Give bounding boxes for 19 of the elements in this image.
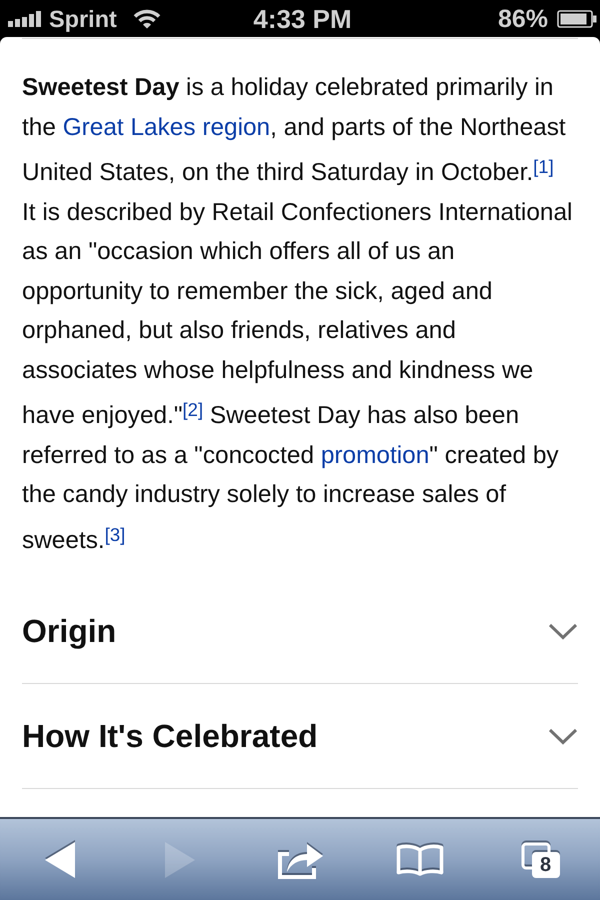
citation-link[interactable]: [2]: [182, 399, 204, 420]
wifi-icon: [132, 8, 161, 29]
right-arrow-icon: [165, 842, 195, 878]
clock-time: 4:33 PM: [253, 4, 352, 34]
article-link[interactable]: promotion: [320, 442, 430, 468]
battery-percent: 86%: [498, 4, 548, 34]
citation-link[interactable]: [3]: [104, 524, 126, 544]
open-book-icon: [396, 844, 444, 876]
left-arrow-icon: [45, 842, 75, 878]
square-outline-icon: [520, 842, 550, 870]
tabs-button[interactable]: 8: [516, 838, 564, 882]
article-link[interactable]: Great Lakes region: [62, 114, 270, 140]
carrier-name: Sprint: [49, 4, 117, 34]
signal-bars-icon: [8, 10, 41, 27]
section-toggle[interactable]: How It's Celebrated: [22, 684, 578, 789]
battery-icon: [557, 10, 597, 28]
article-paragraph: Sweetest Day is a holiday celebrated primarily in the Great Lakes region, and parts of the Northeast United States, on the third Saturday in October.$^{[1]}$ It is described by Retail Confectioners International as an "occasion which offers all of us an opportunity to remember the sick, aged and orphaned, but also friends, relatives and associates whose helpfulness and kindness we have enjoyed."$^{[2]}$ Sweetest Day has also been referred to as a "concocted promotion" created by the candy industry solely to increase sales of sweets.$^{[3]}$: [22, 73, 573, 556]
section-toggle[interactable]: Origin: [22, 579, 578, 684]
citation-link[interactable]: [1]: [533, 156, 554, 177]
